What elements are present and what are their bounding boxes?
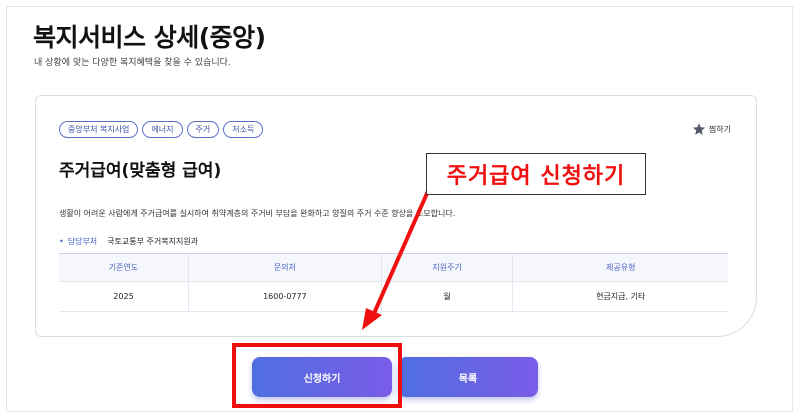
service-description: 생활이 어려운 사람에게 주거급여를 실시하여 취약계층의 주거비 부담을 완화… <box>59 209 456 218</box>
cell-base-year: 2025 <box>59 281 189 312</box>
bookmark-label: 찜하기 <box>708 124 731 134</box>
service-title: 주거급여(맞춤형 급여) <box>59 161 222 181</box>
header-support-cycle: 지원주기 <box>381 253 514 282</box>
annotation-callout: 주거급여 신청하기 <box>426 153 646 195</box>
list-button[interactable]: 목록 <box>398 357 538 397</box>
tag-housing[interactable]: 주거 <box>186 121 220 138</box>
service-detail-card: 중앙부처 복지사업 에너지 주거 저소득 찜하기 주거급여(맞춤형 급여) 생활… <box>35 95 757 337</box>
cell-support-cycle: 월 <box>381 281 514 312</box>
tag-energy[interactable]: 에너지 <box>142 121 183 138</box>
department-label: 담당부처 <box>59 236 97 247</box>
cell-contact: 1600-0777 <box>188 281 382 312</box>
department-value: 국토교통부 주거복지지원과 <box>107 237 199 246</box>
tag-low-income[interactable]: 저소득 <box>223 121 264 138</box>
tag-list: 중앙부처 복지사업 에너지 주거 저소득 <box>59 121 264 138</box>
table-header-row: 기준연도 문의처 지원주기 제공유형 <box>59 253 728 282</box>
header-base-year: 기준연도 <box>59 253 189 282</box>
header-contact: 문의처 <box>188 253 382 282</box>
annotation-highlight-box <box>232 343 402 408</box>
header-provision-type: 제공유형 <box>512 253 728 282</box>
department-info: 담당부처 국토교통부 주거복지지원과 <box>59 236 198 247</box>
service-info-table: 기준연도 문의처 지원주기 제공유형 2025 1600-0777 월 현금지급… <box>59 253 728 312</box>
cell-provision-type: 현금지급, 기타 <box>512 281 728 312</box>
tag-central-welfare[interactable]: 중앙부처 복지사업 <box>59 121 139 138</box>
page-title: 복지서비스 상세(중앙) <box>33 23 266 52</box>
page-subtitle: 내 상황에 맞는 다양한 복지혜택을 찾을 수 있습니다. <box>34 58 231 68</box>
bookmark-button[interactable]: 찜하기 <box>692 122 731 136</box>
table-row: 2025 1600-0777 월 현금지급, 기타 <box>59 281 728 312</box>
star-icon <box>692 123 706 135</box>
